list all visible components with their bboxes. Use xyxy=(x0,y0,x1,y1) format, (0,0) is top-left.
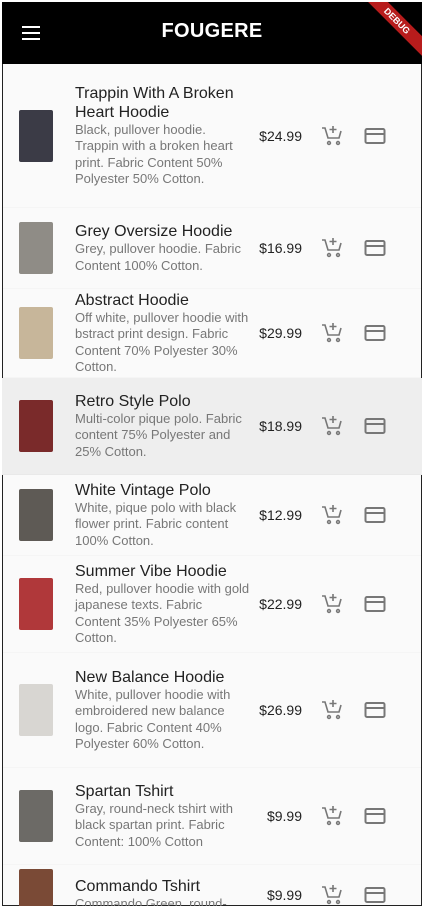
add-to-cart-icon[interactable] xyxy=(320,883,344,906)
add-to-cart-icon[interactable] xyxy=(320,124,344,148)
credit-card-icon[interactable] xyxy=(363,503,387,527)
product-description: Black, pullover hoodie. Trappin with a b… xyxy=(75,121,233,187)
product-price: $24.99 xyxy=(259,127,302,144)
app-title: FOUGERE xyxy=(161,20,263,42)
product-row[interactable]: Spartan Tshirt Gray, round-neck tshirt w… xyxy=(2,768,422,865)
product-text: Commando Tshirt Commando Green, round- xyxy=(75,873,250,906)
product-description: Gray, round-neck tshirt with black spart… xyxy=(75,800,233,849)
product-price: $29.99 xyxy=(259,325,302,341)
add-to-cart-icon[interactable] xyxy=(320,236,344,260)
product-row[interactable]: Trappin With A Broken Heart Hoodie Black… xyxy=(2,64,422,208)
credit-card-icon[interactable] xyxy=(363,804,387,828)
product-row[interactable]: White Vintage Polo White, pique polo wit… xyxy=(2,475,422,556)
product-thumbnail xyxy=(19,578,53,630)
product-price: $16.99 xyxy=(259,240,302,256)
product-name: White Vintage Polo xyxy=(75,481,211,499)
app-frame: FOUGERE DEBUG Trappin With A Broken Hear… xyxy=(2,2,422,906)
product-description: Commando Green, round- xyxy=(75,896,227,906)
product-text: White Vintage Polo White, pique polo wit… xyxy=(75,477,250,554)
product-row[interactable]: Summer Vibe Hoodie Red, pullover hoodie … xyxy=(2,556,422,653)
product-price: $18.99 xyxy=(259,418,302,434)
product-price: $9.99 xyxy=(266,808,302,824)
product-thumbnail xyxy=(19,400,53,452)
product-description: Off white, pullover hoodie with bstract … xyxy=(75,309,249,375)
product-row[interactable]: Retro Style Polo Multi-color pique polo.… xyxy=(2,378,422,475)
product-text: Trappin With A Broken Heart Hoodie Black… xyxy=(75,80,250,192)
product-text: Abstract Hoodie Off white, pullover hood… xyxy=(75,287,250,380)
product-thumbnail xyxy=(19,790,53,842)
product-text: Summer Vibe Hoodie Red, pullover hoodie … xyxy=(75,558,250,651)
credit-card-icon[interactable] xyxy=(363,321,387,345)
product-row[interactable]: Abstract Hoodie Off white, pullover hood… xyxy=(2,289,422,378)
product-description: White, pique polo with black flower prin… xyxy=(75,499,237,548)
product-thumbnail xyxy=(19,109,53,162)
product-name: Summer Vibe Hoodie xyxy=(75,562,227,580)
product-description: White, pullover hoodie with embroidered … xyxy=(75,686,231,752)
product-description: Red, pullover hoodie with gold japanese … xyxy=(75,580,250,646)
product-text: Grey Oversize Hoodie Grey, pullover hood… xyxy=(75,218,250,278)
product-name: New Balance Hoodie xyxy=(75,668,225,686)
product-thumbnail xyxy=(19,869,53,906)
product-name: Retro Style Polo xyxy=(75,392,191,410)
credit-card-icon[interactable] xyxy=(363,414,387,438)
product-thumbnail xyxy=(19,684,53,736)
add-to-cart-icon[interactable] xyxy=(320,503,344,527)
product-price: $26.99 xyxy=(259,702,302,718)
credit-card-icon[interactable] xyxy=(363,592,387,616)
product-name: Trappin With A Broken Heart Hoodie xyxy=(75,84,234,121)
product-price: $22.99 xyxy=(259,596,302,612)
product-list: Trappin With A Broken Heart Hoodie Black… xyxy=(2,64,422,906)
product-text: New Balance Hoodie White, pullover hoodi… xyxy=(75,664,250,757)
add-to-cart-icon[interactable] xyxy=(320,321,344,345)
product-row[interactable]: New Balance Hoodie White, pullover hoodi… xyxy=(2,653,422,768)
credit-card-icon[interactable] xyxy=(363,124,387,148)
product-name: Abstract Hoodie xyxy=(75,291,189,309)
credit-card-icon[interactable] xyxy=(363,698,387,722)
product-row[interactable]: Grey Oversize Hoodie Grey, pullover hood… xyxy=(2,208,422,289)
app-bar: FOUGERE DEBUG xyxy=(2,2,422,65)
add-to-cart-icon[interactable] xyxy=(320,698,344,722)
product-thumbnail xyxy=(19,307,53,359)
add-to-cart-icon[interactable] xyxy=(320,804,344,828)
add-to-cart-icon[interactable] xyxy=(320,414,344,438)
product-price: $9.99 xyxy=(266,887,302,903)
product-description: Multi-color pique polo. Fabric content 7… xyxy=(75,410,242,459)
product-thumbnail xyxy=(19,489,53,541)
credit-card-icon[interactable] xyxy=(363,883,387,906)
product-text: Spartan Tshirt Gray, round-neck tshirt w… xyxy=(75,778,250,855)
product-name: Commando Tshirt xyxy=(75,878,201,896)
product-description: Grey, pullover hoodie. Fabric Content 10… xyxy=(75,241,241,273)
product-text: Retro Style Polo Multi-color pique polo.… xyxy=(75,388,250,465)
product-name: Grey Oversize Hoodie xyxy=(75,223,233,240)
product-thumbnail xyxy=(19,222,53,274)
product-row[interactable]: Commando Tshirt Commando Green, round- $… xyxy=(2,865,422,906)
credit-card-icon[interactable] xyxy=(363,236,387,260)
product-name: Spartan Tshirt xyxy=(75,782,174,800)
product-price: $12.99 xyxy=(259,507,302,523)
add-to-cart-icon[interactable] xyxy=(320,592,344,616)
